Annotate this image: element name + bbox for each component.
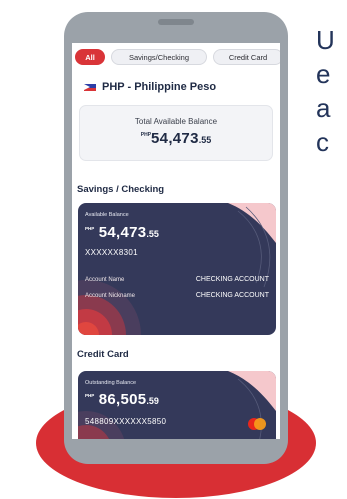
card-decoration	[78, 203, 276, 335]
currency-code: PHP	[140, 132, 152, 138]
currency-code: PHP	[85, 226, 95, 231]
available-balance-amount: PHP 54,473.55	[85, 224, 159, 242]
currency-label: PHP - Philippine Peso	[102, 81, 217, 93]
side-caption-line: U	[316, 25, 336, 55]
section-title-savings: Savings / Checking	[77, 184, 165, 195]
account-nickname-value: CHECKING ACCOUNT	[195, 292, 269, 299]
amount-whole: 86,505	[98, 391, 147, 408]
account-filter-tabs: All Savings/Checking Credit Card	[75, 49, 280, 67]
amount-whole: 54,473	[151, 130, 199, 147]
section-title-credit-card: Credit Card	[77, 349, 129, 360]
phone-speaker	[158, 19, 194, 25]
mastercard-icon	[248, 418, 266, 430]
outstanding-balance-amount: PHP 86,505.59	[85, 391, 159, 409]
amount-decimal: .55	[198, 135, 212, 145]
outstanding-balance-label: Outstanding Balance	[85, 380, 137, 386]
account-name-value: CHECKING ACCOUNT	[195, 276, 269, 283]
tab-credit-card[interactable]: Credit Card	[213, 49, 280, 65]
amount-whole: 54,473	[98, 224, 147, 241]
total-balance-label: Total Available Balance	[134, 117, 218, 126]
side-caption-line: c	[316, 127, 330, 157]
total-balance-card: Total Available Balance PHP54,473.55	[79, 105, 273, 161]
savings-account-card[interactable]: Available Balance PHP 54,473.55 XXXXXX83…	[78, 203, 276, 335]
side-caption-line: a	[316, 93, 331, 123]
phone-frame: All Savings/Checking Credit Card PHP - P…	[64, 12, 288, 464]
tab-all[interactable]: All	[75, 49, 105, 65]
available-balance-label: Available Balance	[85, 212, 129, 218]
amount-decimal: .55	[146, 229, 159, 239]
side-caption: U e a c	[316, 24, 335, 160]
app-screen[interactable]: All Savings/Checking Credit Card PHP - P…	[72, 43, 280, 439]
side-caption-line: e	[316, 59, 331, 89]
account-nickname-label: Account Nickname	[85, 293, 136, 299]
account-name-label: Account Name	[85, 277, 125, 283]
philippines-flag-icon	[84, 84, 96, 91]
total-balance-amount: PHP54,473.55	[80, 130, 272, 148]
card-number: 548809XXXXXX5850	[85, 417, 167, 426]
account-number: XXXXXX8301	[85, 248, 138, 257]
credit-card-card[interactable]: Outstanding Balance PHP 86,505.59 548809…	[78, 371, 276, 439]
tab-savings-checking[interactable]: Savings/Checking	[111, 49, 207, 65]
amount-decimal: .59	[146, 396, 159, 406]
currency-code: PHP	[85, 393, 95, 398]
